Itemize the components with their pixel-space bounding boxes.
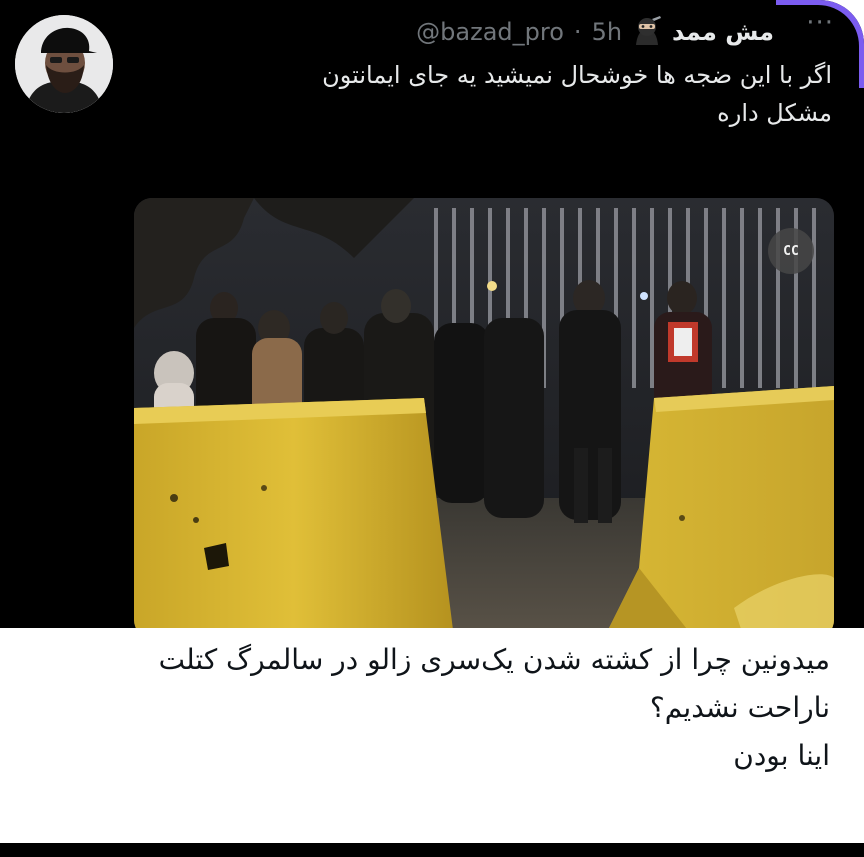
tweet-time[interactable]: 5h (592, 18, 622, 46)
meta-separator: · (573, 18, 582, 46)
tweet-card[interactable]: @bazad_pro · 5h مش ممد ··· اگر با این ضج… (0, 0, 864, 628)
tweet-text: اگر با این ضجه ها خوشحال نمیشید یه جای ا… (152, 56, 832, 132)
tweet-text-line: مشکل داره (717, 99, 832, 127)
avatar-photo (15, 15, 113, 113)
bottom-bar (0, 843, 864, 857)
video-frame (134, 198, 834, 628)
caption-text: میدونین چرا از کشته شدن یک‌سری زالو در س… (30, 636, 830, 780)
more-horizontal-icon[interactable]: ··· (806, 10, 834, 36)
tweet-text-line: اگر با این ضجه ها خوشحال نمیشید یه جای ا… (322, 61, 832, 89)
caption-line: ناراحت نشدیم؟ (649, 691, 830, 724)
ninja-emoji-icon (636, 16, 662, 45)
display-name[interactable]: مش ممد (672, 18, 774, 46)
video-media[interactable]: CC (134, 198, 834, 628)
tweet-header: @bazad_pro · 5h مش ممد (416, 14, 774, 50)
caption-line: میدونین چرا از کشته شدن یک‌سری زالو در س… (158, 643, 830, 676)
caption-line: اینا بودن (733, 739, 830, 772)
avatar[interactable] (15, 15, 113, 113)
user-handle[interactable]: @bazad_pro (416, 18, 564, 46)
closed-captions-icon[interactable]: CC (768, 228, 814, 274)
